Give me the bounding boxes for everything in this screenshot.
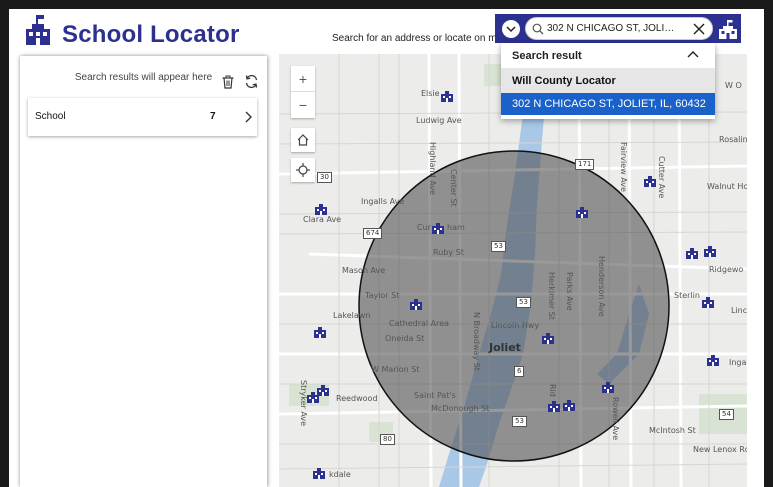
map-label-mason: Mason Ave — [342, 266, 386, 275]
map-label-inga: Inga — [729, 358, 747, 367]
results-sidebar: Search results will appear here School 7 — [20, 56, 267, 487]
route-shield: 30 — [317, 172, 332, 183]
school-marker-icon[interactable] — [562, 399, 576, 411]
map-label-reedwood: Reedwood — [336, 394, 378, 403]
map-label-ruby: Ruby St — [433, 248, 464, 257]
school-marker-icon[interactable] — [575, 206, 589, 218]
chevron-down-icon — [506, 26, 516, 33]
school-marker-icon[interactable] — [313, 326, 327, 338]
clear-search-icon[interactable] — [692, 22, 706, 36]
home-icon — [297, 134, 309, 146]
app-window: School Locator Search for an address or … — [9, 9, 764, 487]
crosshair-icon — [296, 163, 310, 177]
school-marker-icon[interactable] — [431, 222, 445, 234]
chevron-up-icon[interactable] — [687, 50, 699, 60]
route-shield: 53 — [516, 297, 531, 308]
zoom-out-button[interactable]: − — [291, 92, 315, 118]
result-row-school[interactable]: School 7 — [28, 98, 257, 136]
school-marker-icon[interactable] — [312, 467, 326, 479]
route-shield: 80 — [380, 434, 395, 445]
chevron-right-icon[interactable] — [244, 111, 252, 123]
result-label: School — [35, 111, 66, 122]
search-hint: Search for an address or locate on map — [332, 33, 508, 44]
map-label-mcintosh: McIntosh St — [649, 426, 696, 435]
home-button[interactable] — [291, 128, 315, 152]
map-label-center: Center St — [449, 169, 458, 207]
school-logo-icon — [26, 15, 50, 45]
locate-button[interactable] — [291, 158, 315, 182]
app-title: School Locator — [62, 21, 240, 48]
map-label-walnut: Walnut Hol — [707, 182, 747, 191]
route-shield: 6 — [514, 366, 525, 377]
school-marker-icon[interactable] — [314, 203, 328, 215]
map-label-lakelawn: Lakelawn — [333, 311, 371, 320]
route-shield: 53 — [512, 416, 527, 427]
school-marker-icon[interactable] — [706, 354, 720, 366]
search-source-toggle[interactable] — [501, 19, 521, 39]
map-label-line: Linc — [731, 306, 747, 315]
map-label-ridgewood: Ridgewo — [709, 265, 744, 274]
route-shield: 171 — [575, 159, 595, 170]
map-label-cathedral: Cathedral Area — [389, 319, 450, 328]
trash-icon[interactable] — [221, 75, 235, 89]
zoom-control: + − — [291, 66, 315, 118]
map-label-clara: Clara Ave — [303, 215, 342, 224]
map-label-elsie: Elsie — [421, 89, 440, 98]
map-label-rid: Rid — [548, 384, 557, 397]
map-label-curtis-b: ham — [447, 223, 465, 232]
dropdown-result-item[interactable]: 302 N CHICAGO ST, JOLIET, IL, 60432 — [501, 93, 715, 115]
map-label-rowell: Rowell Ave — [611, 397, 620, 441]
school-marker-icon[interactable] — [601, 381, 615, 393]
search-suggestions-dropdown: Search result Will County Locator 302 N … — [501, 43, 715, 119]
zoom-in-button[interactable]: + — [291, 66, 315, 92]
dropdown-header[interactable]: Search result — [501, 43, 715, 68]
map-label-saintpats: Saint Pat's — [414, 391, 456, 400]
route-shield: 53 — [491, 241, 506, 252]
map-label-fairview: Fairview Ave — [619, 142, 628, 192]
school-marker-icon[interactable] — [541, 332, 555, 344]
map-label-stryker: Stryker Ave — [299, 380, 308, 426]
route-shield: 54 — [719, 409, 734, 420]
map-label-lincoln: Lincoln Hwy — [491, 321, 540, 330]
school-marker-icon[interactable] — [685, 247, 699, 259]
school-marker-icon[interactable] — [701, 296, 715, 308]
school-marker-icon[interactable] — [547, 400, 561, 412]
map-label-rosaline: Rosalin — [719, 135, 747, 144]
map-label-mcdonough: McDonough St — [431, 404, 490, 413]
school-marker-icon[interactable] — [306, 391, 320, 403]
map-label-newlenox: New Lenox Rd — [693, 445, 747, 454]
school-locate-button[interactable] — [717, 18, 739, 40]
map-label-kdale: kdale — [329, 470, 351, 479]
map-label-ingalls: Ingalls Ave — [361, 197, 405, 206]
map-label-highland: Highland Ave — [428, 142, 437, 195]
route-shield: 674 — [363, 228, 383, 239]
search-bar — [495, 14, 741, 43]
map-label-henderson: Henderson Ave — [597, 256, 606, 317]
dropdown-group-label: Will County Locator — [501, 68, 715, 93]
result-count: 7 — [210, 111, 216, 122]
map-label-sterling: Sterlin — [674, 291, 700, 300]
map-label-taylor: Taylor St — [365, 291, 400, 300]
map-label-joliet: Joliet — [489, 341, 521, 354]
search-field[interactable] — [525, 17, 713, 40]
map-label-cutter: Cutter Ave — [657, 156, 666, 199]
refresh-icon[interactable] — [244, 74, 259, 89]
map-label-ludwig: Ludwig Ave — [416, 116, 462, 125]
map-label-curtis: Cur — [417, 223, 431, 232]
map-label-parks: Parks Ave — [565, 272, 574, 311]
school-marker-icon[interactable] — [703, 245, 717, 257]
map-label-wmarion: W Marion St — [371, 365, 420, 374]
search-input[interactable] — [547, 23, 677, 34]
search-icon — [532, 23, 544, 34]
school-marker-icon[interactable] — [643, 175, 657, 187]
school-marker-icon[interactable] — [409, 298, 423, 310]
school-marker-icon[interactable] — [440, 90, 454, 102]
map-label-oneida: Oneida St — [385, 334, 425, 343]
map-label-broadway: N Broadway St — [472, 312, 481, 371]
dropdown-title: Search result — [512, 49, 582, 62]
map-label-herkimer: Herkimer St — [547, 272, 556, 320]
map-label-wo: W O — [725, 81, 742, 90]
